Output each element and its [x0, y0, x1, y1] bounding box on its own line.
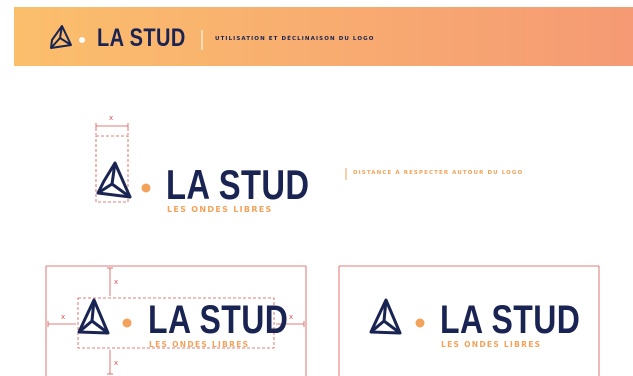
- main-logo-text: LA STUD: [166, 161, 310, 208]
- pyramid-icon: [77, 298, 110, 335]
- header-title: UTILISATION ET DÉCLINAISON DU LOGO: [215, 36, 375, 42]
- framed-logo-tagline: LES ONDES LIBRES: [441, 340, 542, 349]
- x-label: x: [114, 359, 119, 367]
- pyramid-icon: [96, 161, 132, 199]
- header-logo-text: LA STUD: [97, 24, 186, 52]
- x-label: x: [289, 313, 294, 321]
- spacing-caption: DISTANCE À RESPECTER AUTOUR DU LOGO: [353, 170, 524, 176]
- guide-logo-tagline: LES ONDES LIBRES: [149, 340, 250, 349]
- main-logo-tagline: LES ONDES LIBRES: [167, 205, 273, 214]
- logo-dot: [141, 183, 151, 193]
- logo-dot: [415, 318, 425, 328]
- pyramid-icon: [369, 298, 402, 335]
- framed-logo-text: LA STUD: [440, 298, 581, 342]
- pyramid-icon: [50, 25, 72, 49]
- x-label: x: [109, 114, 114, 122]
- guide-logo-text: LA STUD: [148, 298, 289, 342]
- x-label: x: [114, 278, 119, 286]
- x-label: x: [61, 313, 66, 321]
- logo-dot: [79, 37, 85, 43]
- logo-dot: [122, 318, 132, 328]
